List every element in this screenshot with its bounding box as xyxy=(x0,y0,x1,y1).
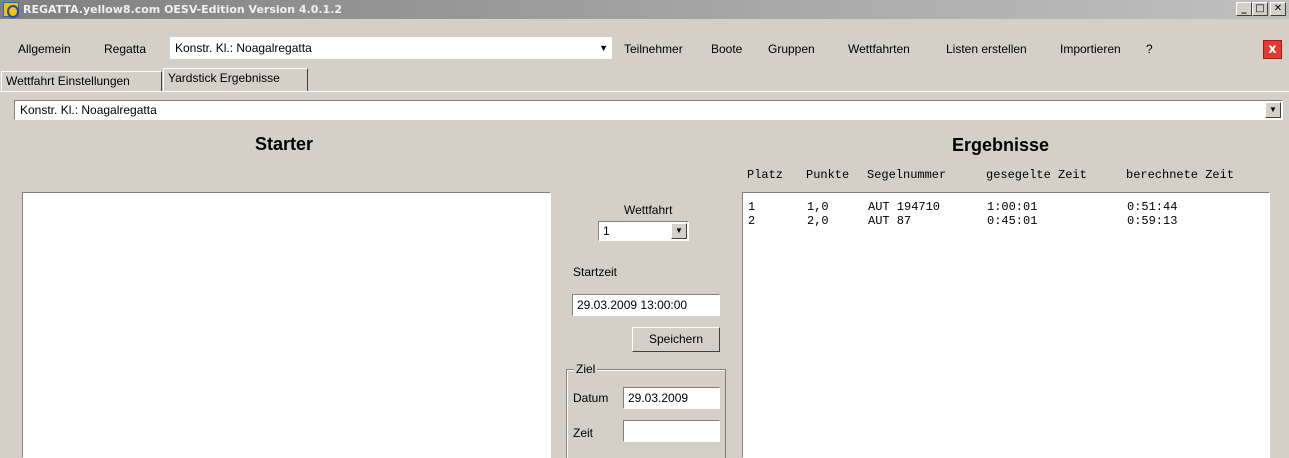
title-bar: REGATTA.yellow8.com OESV-Edition Version… xyxy=(0,0,1289,19)
results-heading: Ergebnisse xyxy=(952,135,1050,155)
zeit-field[interactable] xyxy=(623,420,720,442)
maximize-button[interactable]: □ xyxy=(1252,2,1268,16)
row-punkte: 2,0 xyxy=(807,214,829,228)
wettfahrt-value: 1 xyxy=(603,224,610,238)
app-logo-icon xyxy=(3,2,19,18)
menu-allgemein[interactable]: Allgemein xyxy=(18,37,71,61)
row-segelnummer: AUT 194710 xyxy=(868,200,941,214)
tab-yardstick-ergebnisse[interactable]: Yardstick Ergebnisse xyxy=(163,68,308,91)
tab-wettfahrt-einstellungen[interactable]: Wettfahrt Einstellungen xyxy=(1,71,162,91)
menu-importieren[interactable]: Importieren xyxy=(1060,37,1121,61)
class-combo[interactable]: Konstr. Kl.: Noagalregatta ▼ xyxy=(14,100,1283,120)
menu-boote[interactable]: Boote xyxy=(711,37,742,61)
datum-value: 29.03.2009 xyxy=(628,391,689,405)
minimize-button[interactable]: _ xyxy=(1236,2,1252,16)
row-berechnete: 0:51:44 xyxy=(1127,200,1178,214)
ziel-group xyxy=(566,369,726,458)
wettfahrt-select[interactable]: 1 ▼ xyxy=(598,221,689,241)
results-list[interactable]: 1 1,0 AUT 194710 1:00:01 0:51:44 2 2,0 A… xyxy=(742,192,1270,458)
col-berechnete-zeit: berechnete Zeit xyxy=(1126,168,1235,182)
starter-heading: Starter xyxy=(255,134,314,154)
menu-listen-erstellen[interactable]: Listen erstellen xyxy=(946,37,1027,61)
close-window-button[interactable]: ✕ xyxy=(1270,2,1286,16)
col-punkte: Punkte xyxy=(806,168,850,182)
col-segelnummer: Segelnummer xyxy=(867,168,947,182)
chevron-down-icon[interactable]: ▼ xyxy=(671,223,687,239)
menu-gruppen[interactable]: Gruppen xyxy=(768,37,815,61)
startzeit-value: 29.03.2009 13:00:00 xyxy=(577,298,688,312)
zeit-label: Zeit xyxy=(573,426,594,440)
class-select-menu[interactable]: Konstr. Kl.: Noagalregatta ▼ xyxy=(170,37,612,59)
row-berechnete: 0:59:13 xyxy=(1127,214,1178,228)
col-platz: Platz xyxy=(747,168,784,182)
datum-field[interactable]: 29.03.2009 xyxy=(623,387,720,409)
class-select-value: Konstr. Kl.: Noagalregatta xyxy=(175,41,312,55)
close-app-button[interactable]: x xyxy=(1263,40,1282,59)
ziel-legend: Ziel xyxy=(574,362,598,376)
datum-label: Datum xyxy=(573,391,609,405)
startzeit-field[interactable]: 29.03.2009 13:00:00 xyxy=(572,294,720,316)
menu-regatta[interactable]: Regatta xyxy=(104,37,146,61)
class-combo-value: Konstr. Kl.: Noagalregatta xyxy=(20,103,157,117)
window-title: REGATTA.yellow8.com OESV-Edition Version… xyxy=(23,3,343,16)
col-gesegelte-zeit: gesegelte Zeit xyxy=(986,168,1087,182)
row-gesegelte: 1:00:01 xyxy=(987,200,1038,214)
chevron-down-icon: ▼ xyxy=(599,43,608,53)
row-platz: 2 xyxy=(748,214,756,228)
tab-divider xyxy=(0,91,1289,92)
menu-wettfahrten[interactable]: Wettfahrten xyxy=(848,37,910,61)
chevron-down-icon[interactable]: ▼ xyxy=(1265,102,1281,118)
row-platz: 1 xyxy=(748,200,756,214)
row-segelnummer: AUT 87 xyxy=(868,214,912,228)
menu-teilnehmer[interactable]: Teilnehmer xyxy=(624,37,683,61)
startzeit-label: Startzeit xyxy=(573,265,618,279)
table-row[interactable]: 2 2,0 AUT 87 0:45:01 0:59:13 xyxy=(743,214,1269,228)
table-row[interactable]: 1 1,0 AUT 194710 1:00:01 0:51:44 xyxy=(743,200,1269,214)
row-gesegelte: 0:45:01 xyxy=(987,214,1038,228)
row-punkte: 1,0 xyxy=(807,200,829,214)
menu-help[interactable]: ? xyxy=(1146,37,1153,61)
starter-list[interactable] xyxy=(22,192,551,458)
wettfahrt-label: Wettfahrt xyxy=(624,203,673,217)
save-button[interactable]: Speichern xyxy=(632,327,720,352)
